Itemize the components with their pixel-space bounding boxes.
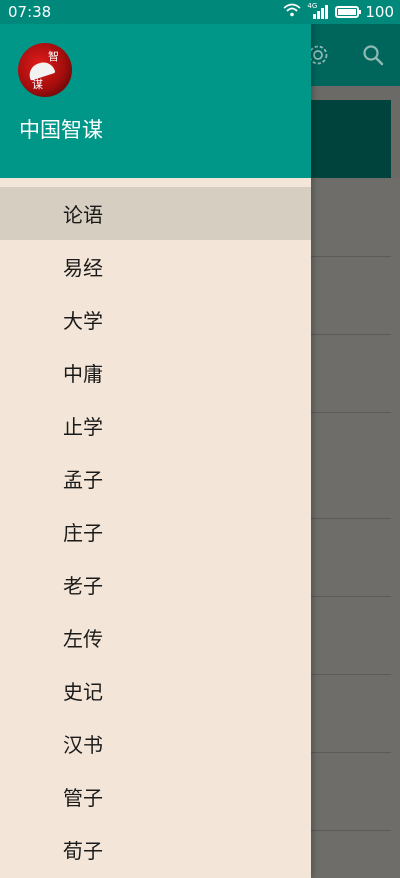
status-icons: 4G 100 (283, 2, 394, 21)
menu-item-label: 论语 (63, 203, 103, 227)
menu-item-shiji[interactable]: 史记 (0, 664, 311, 717)
logo-char-1: 智 (48, 50, 59, 63)
menu-item-guanzi[interactable]: 管子 (0, 770, 311, 823)
menu-item-mengzi[interactable]: 孟子 (0, 452, 311, 505)
menu-item-label: 左传 (63, 627, 103, 651)
logo-char-2: 谋 (32, 78, 43, 91)
menu-item-label: 汉书 (63, 733, 103, 757)
menu-item-yijing[interactable]: 易经 (0, 240, 311, 293)
battery-icon (335, 6, 362, 18)
menu-item-laozi[interactable]: 老子 (0, 558, 311, 611)
menu-item-zuozhuan[interactable]: 左传 (0, 611, 311, 664)
menu-item-label: 史记 (63, 680, 103, 704)
search-icon[interactable] (360, 42, 386, 68)
menu-item-label: 大学 (63, 309, 103, 333)
menu-item-label: 庄子 (63, 521, 103, 545)
menu-item-label: 止学 (63, 415, 103, 439)
menu-item-hanshu[interactable]: 汉书 (0, 717, 311, 770)
battery-level: 100 (365, 3, 394, 21)
menu-item-label: 老子 (63, 574, 103, 598)
menu-item-zhongyong[interactable]: 中庸 (0, 346, 311, 399)
status-bar: 07:38 4G 100 (0, 0, 400, 24)
menu-item-label: 管子 (63, 786, 103, 810)
app-name: 中国智谋 (19, 118, 103, 142)
status-time: 07:38 (8, 3, 52, 21)
menu-item-label: 孟子 (63, 468, 103, 492)
drawer-menu: 论语 易经 大学 中庸 止学 孟子 庄子 老子 左传 史记 汉书 管子 荀子 (0, 178, 311, 878)
menu-item-label: 中庸 (63, 362, 103, 386)
menu-item-daxue[interactable]: 大学 (0, 293, 311, 346)
menu-item-zhuangzi[interactable]: 庄子 (0, 505, 311, 558)
signal-icon: 4G (307, 2, 329, 20)
menu-item-lunyu[interactable]: 论语 (0, 187, 311, 240)
menu-item-label: 易经 (63, 256, 103, 280)
menu-item-label: 荀子 (63, 839, 103, 863)
wifi-icon (283, 3, 301, 21)
drawer-header: 智 谋 中国智谋 (0, 0, 311, 178)
app-logo-avatar: 智 谋 (18, 43, 72, 97)
menu-item-xunzi[interactable]: 荀子 (0, 823, 311, 876)
navigation-drawer: 智 谋 中国智谋 论语 易经 大学 中庸 止学 孟子 庄子 老子 左传 史记 汉… (0, 0, 311, 878)
menu-top-spacer (0, 178, 311, 187)
menu-item-zhixue[interactable]: 止学 (0, 399, 311, 452)
